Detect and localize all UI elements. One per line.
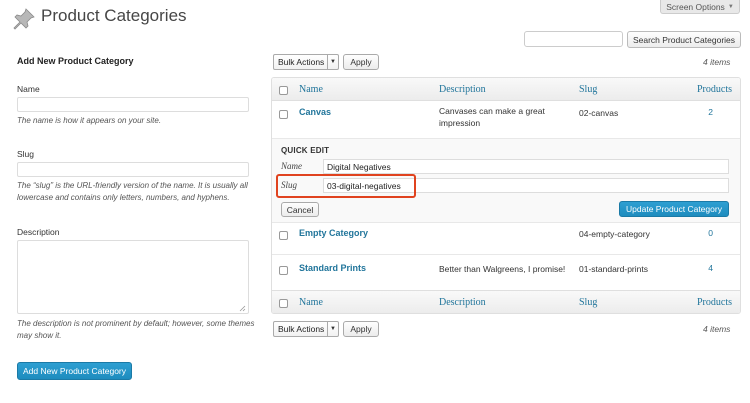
category-name-link[interactable]: Standard Prints	[299, 263, 366, 273]
search-input[interactable]	[524, 31, 623, 47]
slug-help: The “slug” is the URL-friendly version o…	[17, 181, 248, 202]
column-slug-footer[interactable]: Slug	[579, 297, 597, 308]
search-button[interactable]: Search Product Categories	[627, 31, 741, 48]
screen-options-label: Screen Options	[666, 1, 725, 12]
apply-button-bottom[interactable]: Apply	[343, 321, 379, 337]
product-count-link[interactable]: 0	[708, 228, 713, 238]
name-label: Name	[17, 84, 40, 94]
description-label: Description	[17, 227, 60, 237]
row-checkbox[interactable]	[279, 266, 288, 275]
table-row: Empty Category 04-empty-category 0	[272, 223, 740, 255]
name-field[interactable]	[17, 97, 249, 112]
name-help: The name is how it appears on your site.	[17, 116, 162, 125]
bulk-actions-label: Bulk Actions	[278, 324, 325, 334]
chevron-down-icon: ▼	[727, 3, 734, 10]
category-name-link[interactable]: Canvas	[299, 107, 331, 117]
form-heading: Add New Product Category	[17, 56, 134, 66]
select-all-checkbox-footer[interactable]	[279, 299, 288, 308]
items-count-top: 4 items	[703, 57, 731, 67]
category-slug: 02-canvas	[579, 108, 619, 118]
product-count-link[interactable]: 2	[708, 107, 713, 117]
table-footer: Name Description Slug Products	[272, 290, 740, 313]
column-products-footer[interactable]: Products	[697, 297, 732, 308]
slug-label: Slug	[17, 149, 35, 159]
column-name[interactable]: Name	[299, 84, 323, 95]
product-count-link[interactable]: 4	[708, 263, 713, 273]
category-description: Canvases can make a great impression	[439, 106, 545, 128]
categories-table: Name Description Slug Products Canvas Ca…	[271, 77, 741, 314]
row-checkbox[interactable]	[279, 110, 288, 119]
quick-edit-panel: QUICK EDIT Name Digital Negatives Slug 0…	[272, 139, 740, 223]
column-description-footer[interactable]: Description	[439, 297, 486, 308]
description-textarea[interactable]	[17, 240, 249, 314]
apply-button-top[interactable]: Apply	[343, 54, 379, 70]
chevron-down-icon: ▼	[327, 55, 338, 69]
cancel-button[interactable]: Cancel	[281, 202, 319, 217]
category-description: Better than Walgreens, I promise!	[439, 264, 566, 274]
column-name-footer[interactable]: Name	[299, 297, 323, 308]
bulk-actions-select-bottom[interactable]: Bulk Actions ▼	[273, 321, 339, 337]
chevron-down-icon: ▼	[327, 322, 338, 336]
row-checkbox[interactable]	[279, 231, 288, 240]
screen-options-button[interactable]: Screen Options ▼	[660, 0, 740, 14]
column-description[interactable]: Description	[439, 84, 486, 95]
items-count-bottom: 4 items	[703, 324, 731, 334]
table-header: Name Description Slug Products	[272, 78, 740, 101]
quick-edit-title: QUICK EDIT	[281, 146, 330, 155]
bulk-actions-label: Bulk Actions	[278, 57, 325, 67]
table-row: Canvas Canvases can make a great impress…	[272, 101, 740, 139]
update-category-button[interactable]: Update Product Category	[619, 201, 729, 217]
slug-highlight-box	[276, 174, 416, 198]
slug-field[interactable]	[17, 162, 249, 177]
column-slug[interactable]: Slug	[579, 84, 597, 95]
table-row: Standard Prints Better than Walgreens, I…	[272, 255, 740, 292]
column-products[interactable]: Products	[697, 84, 732, 95]
category-slug: 01-standard-prints	[579, 264, 648, 274]
bulk-actions-select-top[interactable]: Bulk Actions ▼	[273, 54, 339, 70]
pushpin-icon	[12, 7, 36, 31]
description-help: The description is not prominent by defa…	[17, 319, 255, 340]
page-title: Product Categories	[41, 6, 187, 25]
category-slug: 04-empty-category	[579, 229, 650, 239]
select-all-checkbox[interactable]	[279, 86, 288, 95]
category-name-link[interactable]: Empty Category	[299, 228, 368, 238]
quick-edit-name-input[interactable]: Digital Negatives	[323, 159, 729, 174]
resize-grip-icon[interactable]	[239, 304, 246, 312]
add-category-button[interactable]: Add New Product Category	[17, 362, 132, 380]
quick-edit-name-label: Name	[281, 161, 302, 171]
